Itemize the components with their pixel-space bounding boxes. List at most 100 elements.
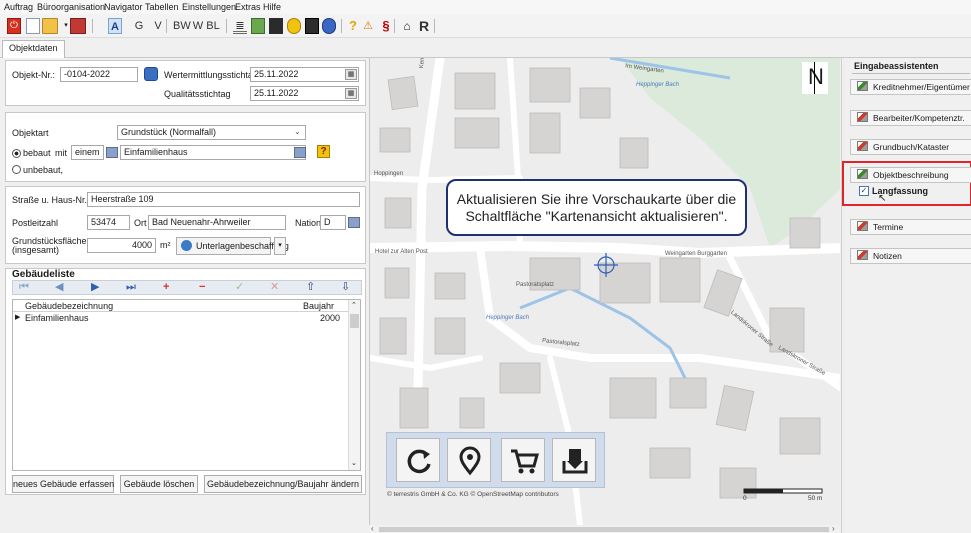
assistant-bearbeiter-button[interactable]: Bearbeiter/Kompetenztr. — [850, 110, 971, 126]
toolbar-w-button[interactable]: W — [191, 18, 205, 34]
unbebaut-radio[interactable] — [12, 165, 21, 174]
calculator-icon[interactable] — [305, 18, 319, 34]
gebaeudeliste-panel: Gebäudeliste ⏮ ◀ ▶ ⏭ + − ✓ ✕ ⇧ ⇩ Gebäude… — [5, 268, 366, 495]
paragraph-icon[interactable]: § — [379, 18, 393, 34]
warning-icon[interactable]: ⚠ — [361, 18, 375, 34]
gear-icon[interactable] — [144, 67, 158, 81]
add-record-icon[interactable]: + — [163, 281, 169, 294]
assistant-notizen-button[interactable]: Notizen — [850, 248, 971, 264]
scale-label-end: 50 m — [808, 495, 823, 502]
toolbar-a-button[interactable]: A — [108, 18, 122, 34]
scroll-thumb[interactable] — [350, 314, 359, 328]
last-record-icon[interactable]: ⏭ — [126, 281, 136, 294]
flaeche-field[interactable]: 4000 — [87, 238, 156, 253]
creek-label-top: Heppinger Bach — [636, 82, 680, 88]
unterlagen-dropdown-button[interactable]: ▾ — [274, 237, 286, 255]
previous-record-icon[interactable]: ◀ — [55, 281, 63, 294]
scroll-down-icon[interactable]: ⌄ — [351, 459, 357, 467]
scroll-right-icon[interactable]: › — [832, 524, 835, 533]
toolbar-r-button[interactable]: R — [417, 18, 431, 34]
anzahl-select[interactable]: einem — [71, 145, 104, 160]
toolbar-v-button[interactable]: V — [151, 18, 165, 34]
ort-label: Ort — [134, 218, 147, 228]
menu-hilfe[interactable]: Hilfe — [263, 2, 281, 12]
objekt-nr-label: Objekt-Nr.: — [12, 70, 56, 80]
calendar-icon[interactable]: ▦ — [345, 88, 357, 99]
scale-label-start: 0 — [743, 495, 747, 502]
move-up-icon[interactable]: ⇧ — [306, 281, 315, 294]
cancel-record-icon[interactable]: ✕ — [270, 281, 279, 294]
map-toolbar — [386, 432, 605, 488]
menu-tabellen[interactable]: Tabellen — [145, 2, 179, 12]
download-map-button[interactable] — [552, 438, 596, 482]
film-icon[interactable] — [269, 18, 283, 34]
power-icon[interactable]: ⏻ — [7, 18, 21, 34]
toolbar-bw-button[interactable]: BW — [173, 18, 191, 34]
toolbar-bl-button[interactable]: BL — [206, 18, 220, 34]
location-pin-button[interactable] — [447, 438, 491, 482]
column-header-baujahr[interactable]: Baujahr — [303, 301, 334, 311]
neues-gebaeude-button[interactable]: neues Gebäude erfassen — [12, 475, 114, 493]
open-folder-icon[interactable] — [42, 18, 58, 34]
wertermittlungsstichtag-field[interactable]: 25.11.2022 — [250, 67, 359, 82]
move-down-icon[interactable]: ⇩ — [341, 281, 350, 294]
dropdown-icon[interactable] — [106, 147, 118, 158]
menu-extras[interactable]: Extras — [235, 2, 261, 12]
bebaut-radio[interactable] — [12, 149, 21, 158]
scroll-left-icon[interactable]: ‹ — [371, 524, 374, 533]
dropdown-icon[interactable] — [348, 217, 360, 228]
help-question-icon[interactable]: ? — [346, 18, 360, 34]
map-view[interactable]: Kemplingasse Im Weingarten Heppinger Bac… — [369, 58, 840, 525]
first-record-icon[interactable]: ⏮ — [19, 281, 29, 294]
delete-record-icon[interactable]: − — [199, 281, 205, 294]
tab-objektdaten[interactable]: Objektdaten — [2, 40, 65, 58]
strasse-label: Straße u. Haus-Nr. — [12, 195, 88, 205]
wertermittlungsstichtag-label: Wertermittlungsstichtag — [164, 70, 258, 80]
save-icon[interactable] — [70, 18, 86, 34]
new-document-icon[interactable] — [26, 18, 40, 34]
menu-einstellungen[interactable]: Einstellungen — [182, 2, 236, 12]
assistant-grundbuch-button[interactable]: Grundbuch/Kataster — [850, 139, 971, 155]
globe-icon[interactable] — [322, 18, 336, 34]
unterlagenbeschaffung-button[interactable]: Unterlagenbeschaffung — [176, 237, 289, 255]
scroll-up-icon[interactable]: ⌃ — [351, 301, 357, 309]
help-icon[interactable]: ? — [317, 145, 330, 158]
dropdown-icon[interactable] — [294, 147, 306, 158]
menu-navigator[interactable]: Navigator — [104, 2, 143, 12]
chevron-down-icon[interactable]: ⌄ — [294, 127, 304, 137]
menu-auftrag[interactable]: Auftrag — [4, 2, 33, 12]
table-scrollbar[interactable]: ⌃ ⌄ — [348, 300, 360, 470]
bezeichnung-aendern-button[interactable]: Gebäudebezeichnung/Baujahr ändern — [204, 475, 362, 493]
text-format-icon[interactable]: ≣ — [233, 18, 247, 34]
calendar-icon[interactable]: ▦ — [345, 69, 357, 80]
assistant-objektbeschreibung-label: Objektbeschreibung — [873, 170, 949, 180]
strasse-field[interactable]: Heerstraße 109 — [87, 192, 360, 207]
plz-field[interactable]: 53474 — [87, 215, 130, 230]
menu-bueroorganisation[interactable]: Büroorganisation — [37, 2, 105, 12]
map-scroll-thumb[interactable] — [379, 527, 829, 532]
next-record-icon[interactable]: ▶ — [91, 281, 99, 294]
assistant-termine-button[interactable]: Termine — [850, 219, 971, 235]
refresh-map-button[interactable] — [396, 438, 440, 482]
haustyp-select[interactable]: Einfamilienhaus — [120, 145, 306, 160]
toolbar-g-button[interactable]: G — [132, 18, 146, 34]
objekt-nr-field[interactable]: -0104-2022 — [60, 67, 138, 82]
flaeche-label: Grundstücksfläche (insgesamt) — [12, 237, 87, 255]
confirm-record-icon[interactable]: ✓ — [235, 281, 244, 294]
column-header-bezeichnung[interactable]: Gebäudebezeichnung — [25, 301, 113, 311]
qualitaetsstichtag-field[interactable]: 25.11.2022 — [250, 86, 359, 101]
info-circle-icon[interactable] — [287, 18, 301, 34]
shop-cart-button[interactable] — [501, 438, 545, 482]
home-icon[interactable]: ⌂ — [400, 18, 414, 34]
assistant-objektbeschreibung-button[interactable]: Objektbeschreibung — [850, 167, 971, 183]
table-row[interactable]: ▶ Einfamilienhaus 2000 — [13, 312, 348, 324]
map-scrollbar[interactable]: ‹ › — [369, 524, 840, 533]
nation-select[interactable]: D — [320, 215, 346, 230]
image-icon[interactable] — [251, 18, 265, 34]
toolbar-separator — [434, 19, 435, 33]
langfassung-checkbox[interactable]: ✓ — [859, 186, 869, 196]
assistant-kreditnehmer-button[interactable]: Kreditnehmer/Eigentümer — [850, 79, 971, 95]
objektart-select[interactable]: Grundstück (Normalfall) — [117, 125, 306, 140]
gebaeude-loeschen-button[interactable]: Gebäude löschen — [120, 475, 198, 493]
ort-field[interactable]: Bad Neuenahr-Ahrweiler — [148, 215, 286, 230]
